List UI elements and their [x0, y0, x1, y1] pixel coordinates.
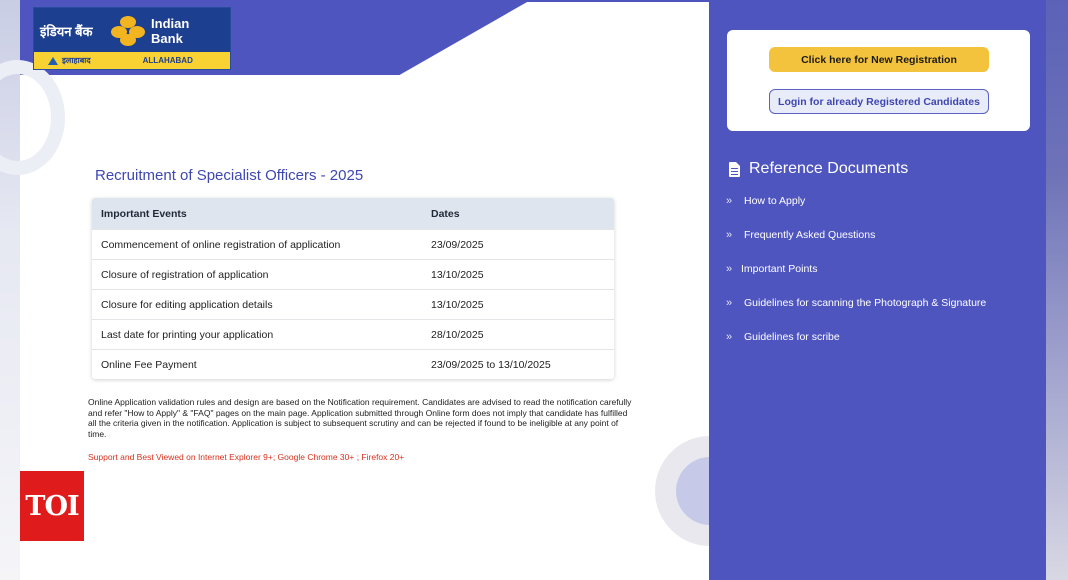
reference-heading-label: Reference Documents	[749, 160, 909, 177]
reference-link-scribe-guidelines[interactable]: » Guidelines for scribe	[726, 329, 986, 345]
table-row: Commencement of online registration of a…	[92, 229, 614, 259]
browser-support-note: Support and Best Viewed on Internet Expl…	[88, 452, 405, 462]
page: इंडियन बैंक Indian Bank इलाहाबाद ALLAHAB…	[0, 0, 1068, 580]
reference-link-important-points[interactable]: » Important Points	[726, 261, 986, 277]
table-row: Closure for editing application details …	[92, 289, 614, 319]
registration-card: Click here for New Registration Login fo…	[727, 30, 1030, 131]
reference-link-label: Guidelines for scribe	[744, 331, 840, 343]
double-chevron-right-icon: »	[726, 229, 733, 241]
toi-watermark-logo: TOI	[20, 471, 84, 541]
application-note: Online Application validation rules and …	[88, 397, 632, 439]
reference-documents-list: » How to Apply » Frequently Asked Questi…	[726, 193, 986, 363]
reference-link-photo-guidelines[interactable]: » Guidelines for scanning the Photograph…	[726, 295, 986, 311]
table-header-row: Important Events Dates	[92, 198, 614, 229]
decorative-circle	[0, 60, 65, 175]
double-chevron-right-icon: »	[726, 195, 733, 207]
bank-emblem-icon	[111, 15, 146, 46]
reference-link-label: Guidelines for scanning the Photograph &…	[744, 297, 987, 309]
triangle-icon	[48, 56, 58, 65]
logo-english-name: Indian Bank	[151, 15, 190, 46]
date-cell: 13/10/2025	[431, 268, 484, 281]
column-header-events: Important Events	[101, 207, 187, 220]
table-row: Last date for printing your application …	[92, 319, 614, 349]
double-chevron-right-icon: »	[726, 331, 733, 343]
date-cell: 23/09/2025	[431, 238, 484, 251]
indian-bank-logo: इंडियन बैंक Indian Bank इलाहाबाद ALLAHAB…	[33, 7, 231, 70]
event-cell: Online Fee Payment	[101, 358, 197, 371]
reference-documents-heading: Reference Documents	[729, 160, 908, 178]
page-title: Recruitment of Specialist Officers - 202…	[95, 167, 364, 184]
event-cell: Commencement of online registration of a…	[101, 238, 341, 251]
event-cell: Last date for printing your application	[101, 328, 274, 341]
login-registered-button[interactable]: Login for already Registered Candidates	[769, 89, 989, 114]
column-header-dates: Dates	[431, 207, 460, 220]
event-cell: Closure of registration of application	[101, 268, 269, 281]
sidebar-panel: Click here for New Registration Login fo…	[709, 0, 1046, 580]
double-chevron-right-icon: »	[726, 263, 733, 275]
double-chevron-right-icon: »	[726, 297, 733, 309]
date-cell: 23/09/2025 to 13/10/2025	[431, 358, 551, 371]
logo-english-subtitle: ALLAHABAD	[142, 56, 193, 65]
date-cell: 28/10/2025	[431, 328, 484, 341]
reference-link-label: Important Points	[741, 263, 818, 275]
document-icon	[729, 161, 740, 177]
reference-link-label: How to Apply	[744, 195, 806, 207]
date-cell: 13/10/2025	[431, 298, 484, 311]
table-row: Online Fee Payment 23/09/2025 to 13/10/2…	[92, 349, 614, 379]
event-cell: Closure for editing application details	[101, 298, 273, 311]
blurred-right-gutter	[1046, 0, 1068, 580]
reference-link-label: Frequently Asked Questions	[744, 229, 876, 241]
logo-hindi-name: इंडियन बैंक	[40, 23, 93, 39]
reference-link-faq[interactable]: » Frequently Asked Questions	[726, 227, 986, 243]
table-row: Closure of registration of application 1…	[92, 259, 614, 289]
important-events-table: Important Events Dates Commencement of o…	[92, 198, 614, 379]
logo-hindi-subtitle: इलाहाबाद	[62, 56, 91, 65]
new-registration-button[interactable]: Click here for New Registration	[769, 47, 989, 72]
reference-link-how-to-apply[interactable]: » How to Apply	[726, 193, 986, 209]
